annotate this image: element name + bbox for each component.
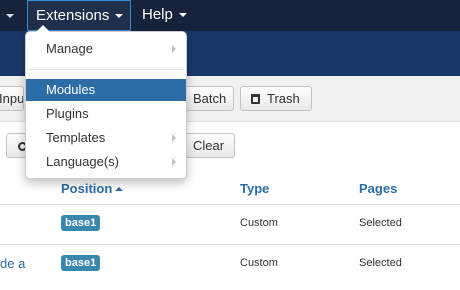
menu-item-manage[interactable]: Manage (26, 38, 186, 60)
trash-button-label: Trash (267, 91, 300, 106)
pages-cell: Selected (359, 257, 402, 269)
toolbar-partial-button[interactable]: Inpu (0, 86, 24, 111)
toolbar-partial-label: Inpu (0, 91, 24, 106)
chevron-down-icon (115, 14, 124, 19)
column-header-position[interactable]: Position (61, 181, 124, 196)
chevron-right-icon (172, 158, 176, 166)
menu-item-templates-label: Templates (46, 130, 106, 145)
menu-item-plugins-label: Plugins (46, 106, 89, 121)
menu-item-manage-label: Manage (46, 41, 93, 56)
chevron-right-icon (172, 134, 176, 142)
column-header-pages[interactable]: Pages (359, 181, 397, 196)
menu-item-languages[interactable]: Language(s) (26, 151, 186, 173)
clear-button[interactable]: Clear (180, 133, 235, 158)
menu-item-modules[interactable]: Modules (26, 79, 186, 101)
extensions-dropdown-menu: Manage Modules Plugins Templates Languag… (25, 25, 187, 179)
position-badge: base1 (61, 215, 101, 231)
top-navbar: Extensions Help (0, 0, 460, 31)
clear-button-label: Clear (193, 138, 225, 153)
pages-cell: Selected (359, 217, 402, 229)
position-badge: base1 (61, 255, 101, 271)
help-menu-toggle[interactable]: Help (142, 0, 187, 31)
column-header-type[interactable]: Type (240, 181, 269, 196)
chevron-right-icon (172, 45, 176, 53)
batch-button[interactable]: Batch (180, 86, 234, 111)
batch-button-label: Batch (193, 91, 227, 106)
extensions-menu-label: Extensions (36, 7, 110, 24)
column-header-pages-label: Pages (359, 181, 398, 196)
menu-item-templates[interactable]: Templates (26, 127, 186, 149)
column-header-position-label: Position (61, 181, 113, 196)
header-divider (0, 204, 460, 205)
module-title-link[interactable]: de a (0, 256, 25, 271)
menu-item-plugins[interactable]: Plugins (26, 103, 186, 125)
type-cell: Custom (240, 217, 278, 229)
type-cell: Custom (240, 257, 278, 269)
trash-button[interactable]: Trash (240, 86, 312, 111)
menu-item-modules-label: Modules (46, 82, 96, 97)
sort-ascending-icon (115, 187, 124, 191)
chevron-down-icon (178, 13, 187, 18)
column-header-type-label: Type (240, 181, 270, 196)
menu-item-languages-label: Language(s) (46, 154, 119, 169)
help-menu-label: Help (142, 6, 173, 23)
row-divider (0, 244, 460, 245)
chevron-down-icon[interactable] (6, 14, 14, 18)
trash-icon (251, 94, 260, 104)
menu-pointer (36, 25, 50, 32)
menu-divider (27, 69, 185, 70)
